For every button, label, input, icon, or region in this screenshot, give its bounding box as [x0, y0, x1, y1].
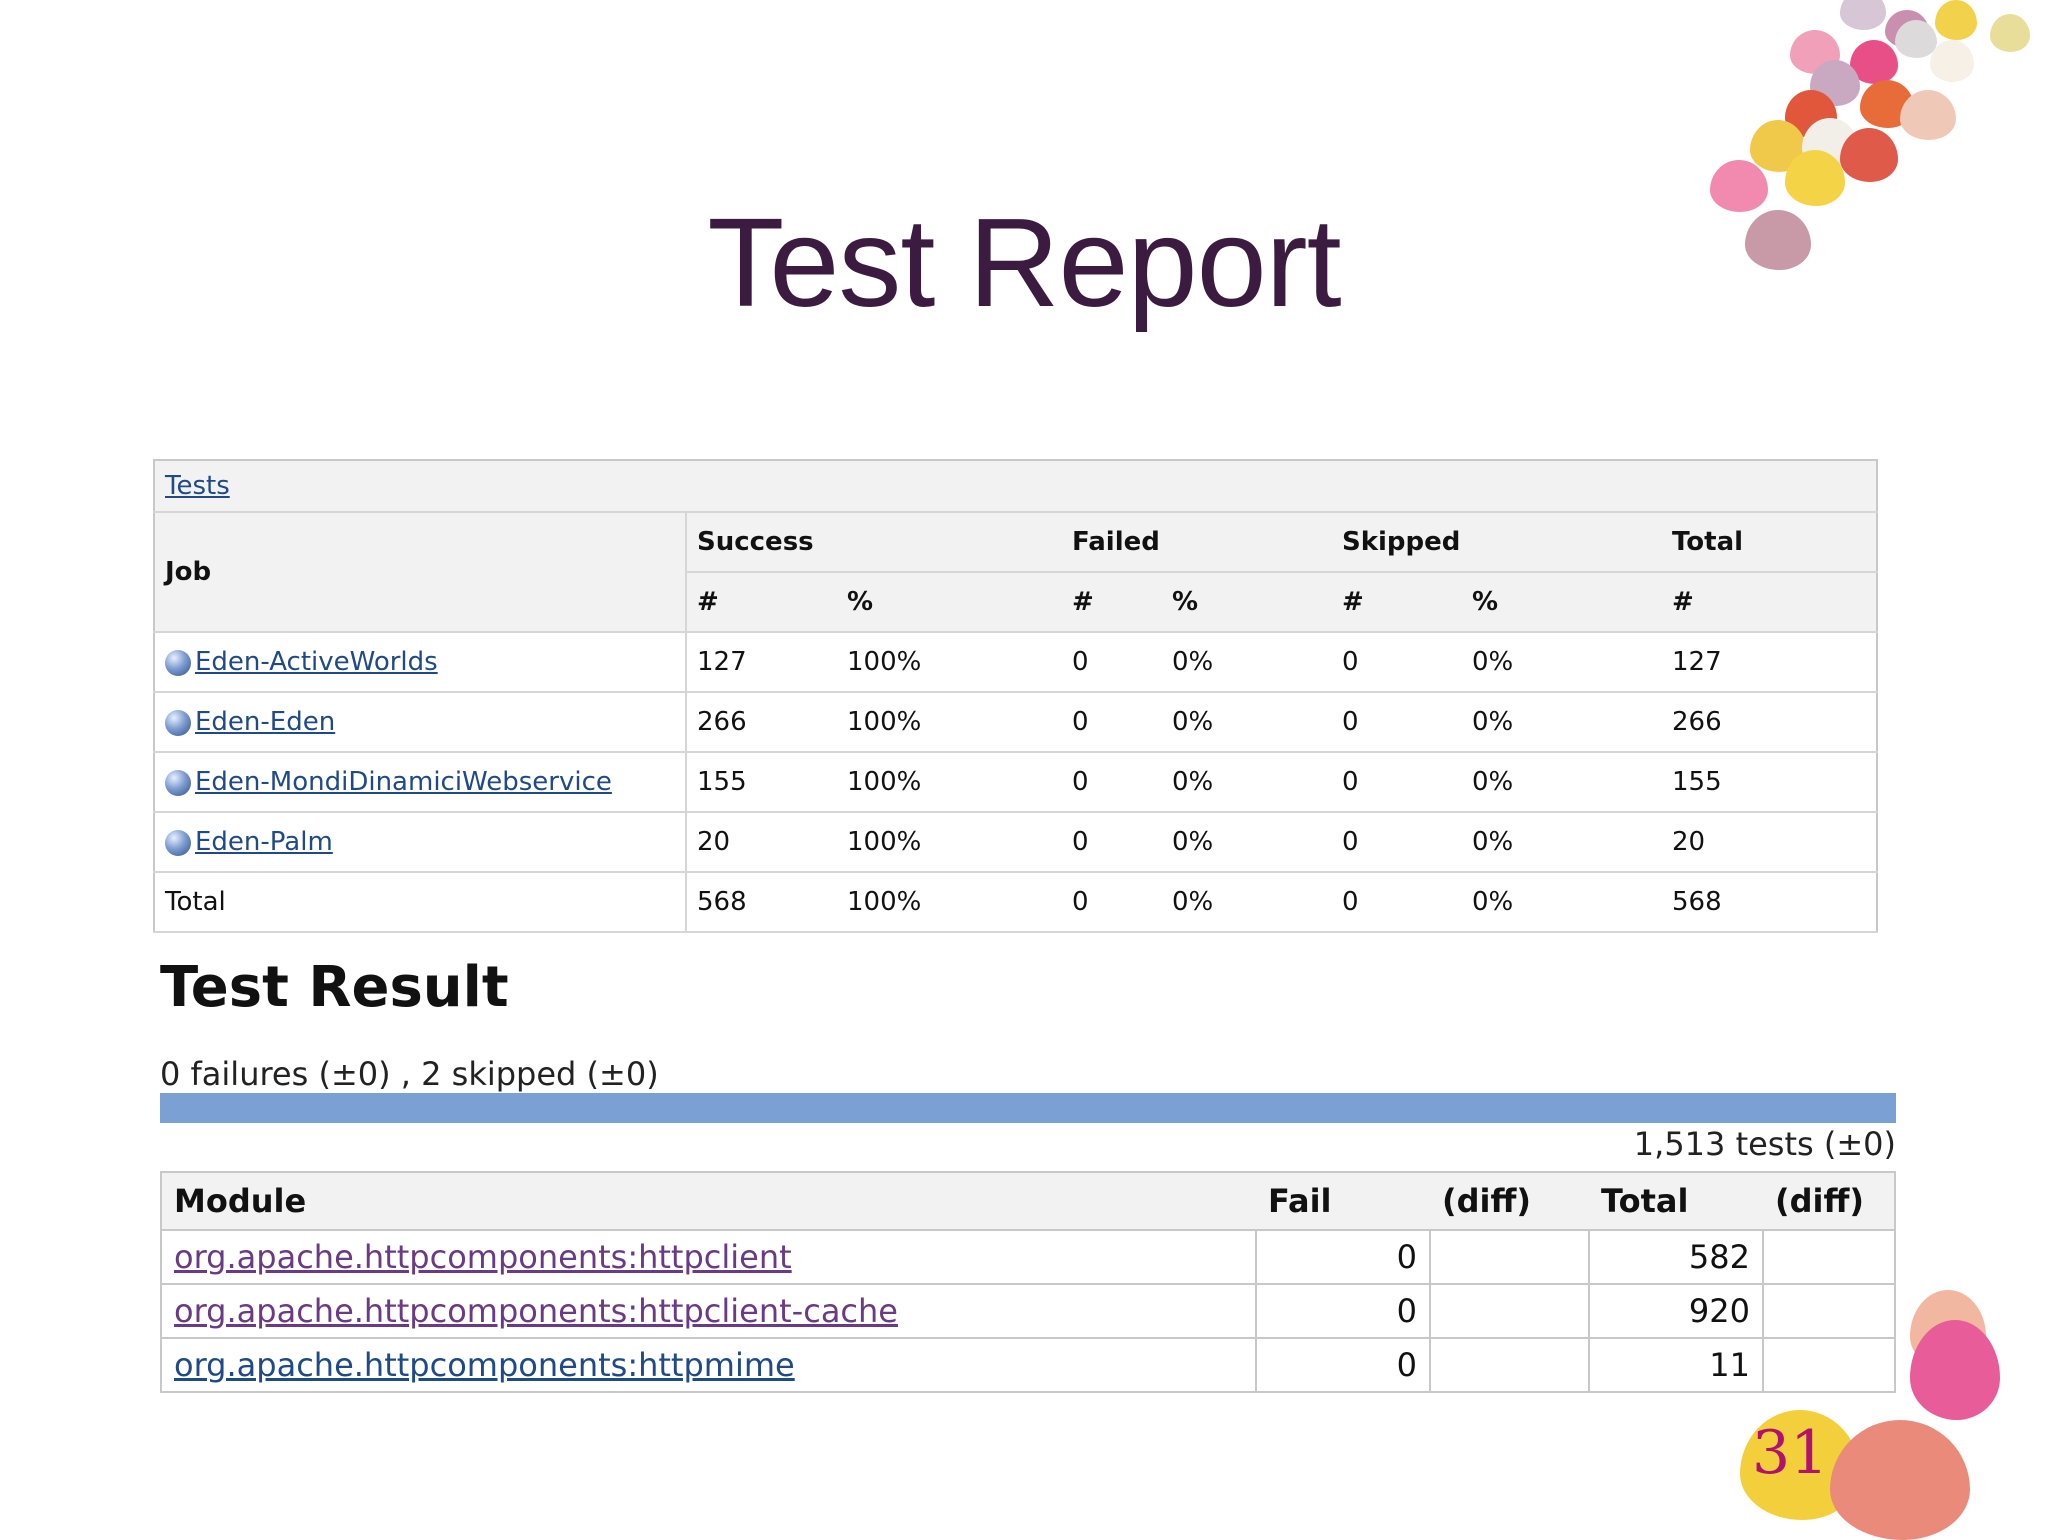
- success-percent: 100%: [837, 872, 1062, 933]
- success-count-header: #: [686, 572, 837, 633]
- module-fail-diff: [1429, 1283, 1590, 1339]
- module-link[interactable]: org.apache.httpcomponents:httpclient: [174, 1238, 792, 1276]
- job-link[interactable]: Eden-Eden: [195, 707, 335, 737]
- skipped-count: 0: [1332, 872, 1462, 933]
- failed-count: 0: [1062, 752, 1162, 813]
- total-count: 266: [1662, 692, 1877, 753]
- status-ball-icon: [165, 769, 191, 796]
- total-count: 127: [1662, 632, 1877, 693]
- tests-header-row: Job Success Failed Skipped Total: [154, 512, 1877, 633]
- skipped-count: 0: [1332, 692, 1462, 753]
- module-col-header: Module: [161, 1172, 1256, 1231]
- failed-header: Failed: [1062, 512, 1332, 573]
- table-row: org.apache.httpcomponents:httpclient 0 5…: [160, 1229, 1896, 1285]
- success-count: 568: [686, 872, 837, 933]
- table-row: Eden-Palm 20 100% 0 0% 0 0% 20: [154, 812, 1877, 873]
- status-ball-icon: [165, 829, 191, 856]
- failed-count: 0: [1062, 872, 1162, 933]
- total-count: 155: [1662, 752, 1877, 813]
- test-result-summary: 0 failures (±0) , 2 skipped (±0): [160, 1055, 659, 1093]
- total-header: Total: [1662, 512, 1877, 573]
- failed-count-header: #: [1062, 572, 1162, 633]
- success-count: 127: [686, 632, 837, 693]
- skipped-percent: 0%: [1462, 752, 1662, 813]
- job-link[interactable]: Eden-Palm: [195, 827, 333, 857]
- table-row: org.apache.httpcomponents:httpmime 0 11: [160, 1337, 1896, 1393]
- table-row: org.apache.httpcomponents:httpclient-cac…: [160, 1283, 1896, 1339]
- failed-percent: 0%: [1162, 752, 1332, 813]
- failed-count: 0: [1062, 812, 1162, 873]
- test-result-title: Test Result: [160, 955, 509, 1020]
- module-total-diff: [1762, 1337, 1896, 1393]
- skipped-count: 0: [1332, 812, 1462, 873]
- success-percent: 100%: [837, 812, 1062, 873]
- table-row: Eden-Eden 266 100% 0 0% 0 0% 266: [154, 692, 1877, 753]
- failed-percent: 0%: [1162, 632, 1332, 693]
- success-count: 20: [686, 812, 837, 873]
- success-percent: 100%: [837, 692, 1062, 753]
- table-row: Eden-ActiveWorlds 127 100% 0 0% 0 0% 127: [154, 632, 1877, 693]
- module-fail: 0: [1255, 1337, 1431, 1393]
- skipped-percent: 0%: [1462, 872, 1662, 933]
- status-ball-icon: [165, 649, 191, 676]
- skipped-count: 0: [1332, 752, 1462, 813]
- failed-percent: 0%: [1162, 812, 1332, 873]
- tests-table: Tests Job Success Failed Skipped Total #…: [153, 459, 1878, 933]
- failed-count: 0: [1062, 632, 1162, 693]
- success-count: 266: [686, 692, 837, 753]
- job-header: Job: [154, 512, 687, 633]
- tests-caption-row: Tests: [154, 460, 1877, 513]
- total-col-header: Total: [1589, 1172, 1763, 1231]
- module-header-row: Module Fail (diff) Total (diff): [161, 1172, 1895, 1231]
- module-fail: 0: [1255, 1283, 1431, 1339]
- test-progress-bar-fill: [160, 1093, 1896, 1123]
- success-percent-header: %: [837, 572, 1062, 633]
- job-link[interactable]: Eden-ActiveWorlds: [195, 647, 438, 677]
- skipped-percent-header: %: [1462, 572, 1662, 633]
- failed-percent-header: %: [1162, 572, 1332, 633]
- failed-count: 0: [1062, 692, 1162, 753]
- fail-col-header: Fail: [1256, 1172, 1430, 1231]
- failed-percent: 0%: [1162, 872, 1332, 933]
- module-table: Module Fail (diff) Total (diff) org.apac…: [160, 1171, 1896, 1393]
- slide-title: Test Report: [707, 192, 1341, 333]
- module-link[interactable]: org.apache.httpcomponents:httpclient-cac…: [174, 1292, 898, 1330]
- test-progress-bar: [160, 1093, 1896, 1123]
- total-row: Total 568 100% 0 0% 0 0% 568: [154, 872, 1877, 933]
- skipped-header: Skipped: [1332, 512, 1662, 573]
- fail-diff-col-header: (diff): [1430, 1172, 1589, 1231]
- success-percent: 100%: [837, 632, 1062, 693]
- success-percent: 100%: [837, 752, 1062, 813]
- module-total: 11: [1588, 1337, 1764, 1393]
- module-total: 920: [1588, 1283, 1764, 1339]
- skipped-percent: 0%: [1462, 812, 1662, 873]
- total-count-header: #: [1662, 572, 1877, 633]
- module-fail-diff: [1429, 1337, 1590, 1393]
- total-count: 568: [1662, 872, 1877, 933]
- module-fail: 0: [1255, 1229, 1431, 1285]
- skipped-percent: 0%: [1462, 692, 1662, 753]
- job-link[interactable]: Eden-MondiDinamiciWebservice: [195, 767, 612, 797]
- module-link[interactable]: org.apache.httpcomponents:httpmime: [174, 1346, 795, 1384]
- skipped-count-header: #: [1332, 572, 1462, 633]
- status-ball-icon: [165, 709, 191, 736]
- tests-count: 1,513 tests (±0): [1633, 1125, 1896, 1163]
- page-number: 31: [1752, 1418, 1829, 1488]
- success-count: 155: [686, 752, 837, 813]
- success-header: Success: [686, 512, 1062, 573]
- table-row: Eden-MondiDinamiciWebservice 155 100% 0 …: [154, 752, 1877, 813]
- module-total-diff: [1762, 1229, 1896, 1285]
- skipped-percent: 0%: [1462, 632, 1662, 693]
- total-label: Total: [154, 872, 687, 933]
- module-total: 582: [1588, 1229, 1764, 1285]
- tests-caption-link[interactable]: Tests: [165, 471, 230, 501]
- module-fail-diff: [1429, 1229, 1590, 1285]
- module-total-diff: [1762, 1283, 1896, 1339]
- failed-percent: 0%: [1162, 692, 1332, 753]
- total-diff-col-header: (diff): [1763, 1172, 1895, 1231]
- skipped-count: 0: [1332, 632, 1462, 693]
- total-count: 20: [1662, 812, 1877, 873]
